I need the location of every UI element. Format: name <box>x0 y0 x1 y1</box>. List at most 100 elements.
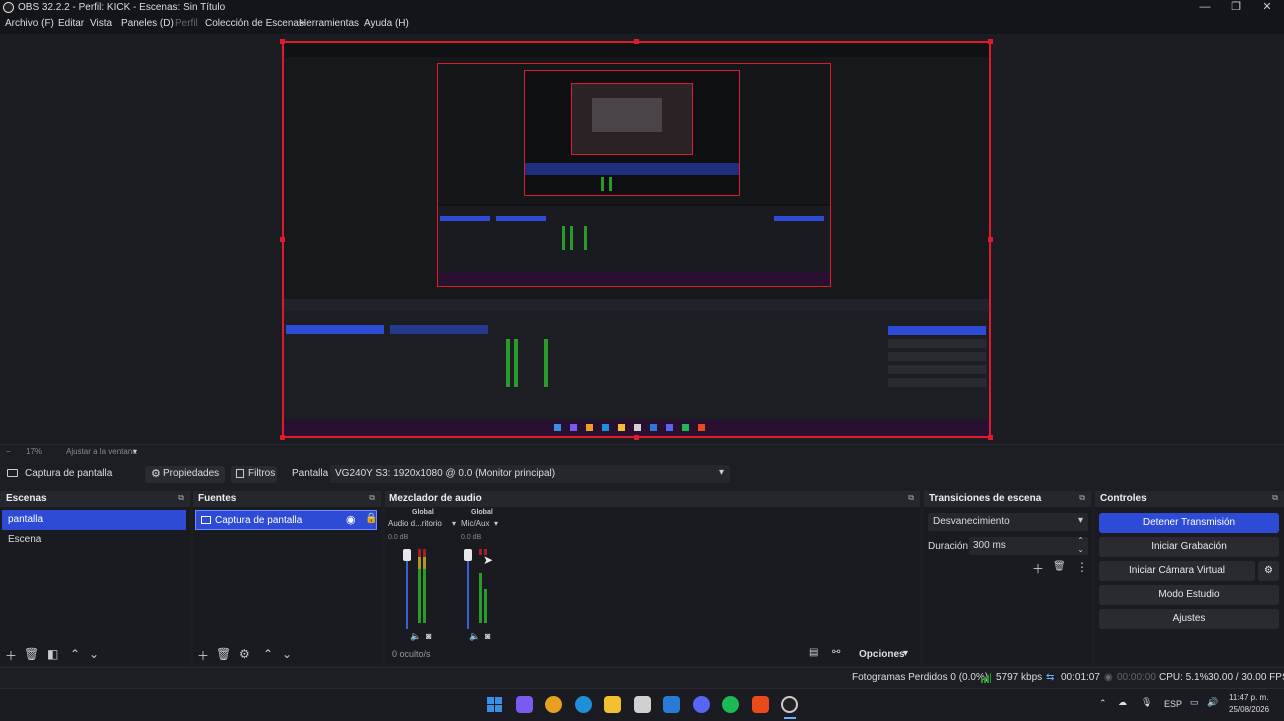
scene-item-pantalla[interactable]: pantalla <box>2 510 186 530</box>
virtual-camera-settings-button[interactable]: ⚙ <box>1258 561 1279 581</box>
close-button[interactable]: ✕ <box>1252 0 1282 16</box>
volume-icon[interactable]: 🔊 <box>1207 697 1218 708</box>
stream-time: 00:01:07 <box>1061 672 1100 683</box>
more-options-icon[interactable]: ⋮ <box>1076 560 1088 574</box>
menu-paneles[interactable]: Paneles (D) <box>121 18 174 29</box>
copilot-icon[interactable] <box>516 696 533 713</box>
spin-down-icon[interactable]: ⌄ <box>1077 545 1084 554</box>
display-label: Pantalla <box>292 468 329 479</box>
microphone-icon[interactable]: 🎙 <box>1141 697 1152 708</box>
source-item-captura[interactable]: Captura de pantalla ◉ 🔒 <box>195 510 377 530</box>
preview-canvas[interactable] <box>282 41 991 438</box>
obs-icon[interactable] <box>781 696 798 713</box>
dock-float-icon[interactable]: ⧉ <box>178 493 184 503</box>
studio-mode-button[interactable]: Modo Estudio <box>1099 585 1279 605</box>
transition-select[interactable]: Desvanecimiento ▾ <box>928 513 1088 531</box>
speaker-icon[interactable]: 🔈 <box>410 631 421 642</box>
move-up-icon[interactable]: ⌃ <box>263 647 273 661</box>
chevron-down-icon[interactable]: ▾ <box>133 447 137 456</box>
minus-icon[interactable]: − <box>6 447 11 456</box>
cloud-icon[interactable]: ☁ <box>1118 697 1127 708</box>
monitor-icon <box>7 469 18 477</box>
dock-float-icon[interactable]: ⧉ <box>369 493 375 503</box>
file-explorer-icon[interactable] <box>604 696 621 713</box>
windows-start-icon[interactable] <box>486 696 503 713</box>
add-icon[interactable]: ＋ <box>5 647 17 664</box>
resize-handle-br[interactable] <box>988 435 993 440</box>
resize-handle-tr[interactable] <box>988 39 993 44</box>
resize-handle-b[interactable] <box>634 435 639 440</box>
move-up-icon[interactable]: ⌃ <box>70 647 80 661</box>
options-button[interactable]: Opciones <box>859 649 905 660</box>
chevron-down-icon[interactable]: ▾ <box>494 519 498 528</box>
dock-float-icon[interactable]: ⧉ <box>1079 493 1085 503</box>
discord-icon[interactable] <box>693 696 710 713</box>
filters-button[interactable]: Filtros <box>231 466 277 483</box>
edge-icon[interactable] <box>575 696 592 713</box>
scene-item-escena[interactable]: Escena <box>2 530 186 550</box>
resize-handle-l[interactable] <box>280 237 285 242</box>
chrome-icon[interactable] <box>545 696 562 713</box>
filter-icon[interactable]: ◧ <box>47 647 58 661</box>
chevron-down-icon[interactable]: ▾ <box>452 519 456 528</box>
minimize-button[interactable]: — <box>1190 0 1220 16</box>
trash-icon[interactable]: 🗑 <box>1053 561 1066 572</box>
chevron-up-icon[interactable]: ⌃ <box>1099 698 1107 709</box>
clock-time[interactable]: 11:47 p. m. <box>1229 693 1268 702</box>
dock-float-icon[interactable]: ⧉ <box>908 493 914 503</box>
dock-float-icon[interactable]: ⧉ <box>1272 493 1278 503</box>
start-recording-button[interactable]: Iniciar Grabación <box>1099 537 1279 557</box>
language-indicator[interactable]: ESP <box>1164 699 1182 709</box>
calendar-icon[interactable] <box>634 696 651 713</box>
resize-handle-tl[interactable] <box>280 39 285 44</box>
spin-up-icon[interactable]: ⌃ <box>1077 536 1084 545</box>
trash-icon[interactable]: 🗑 <box>24 647 39 661</box>
menu-herramientas[interactable]: Herramientas <box>299 18 359 29</box>
link-icon[interactable]: ⚯ <box>832 647 840 658</box>
menu-coleccion-escenas[interactable]: Colección de Escenas <box>205 18 304 29</box>
zoom-fit-label[interactable]: Ajustar a la ventana <box>66 447 137 456</box>
duration-input[interactable]: 300 ms ⌃ ⌄ <box>969 536 1088 555</box>
resize-handle-bl[interactable] <box>280 435 285 440</box>
network-icon[interactable]: ▭ <box>1190 697 1199 708</box>
add-icon[interactable]: ＋ <box>1032 560 1044 577</box>
transition-select-value: Desvanecimiento <box>933 516 1010 527</box>
brave-icon[interactable] <box>752 696 769 713</box>
stop-stream-button[interactable]: Detener Transmisión <box>1099 513 1279 533</box>
menu-editar[interactable]: Editar <box>58 18 84 29</box>
filter-icon <box>236 469 244 478</box>
start-virtual-camera-button[interactable]: Iniciar Cámara Virtual <box>1099 561 1255 581</box>
chevron-down-icon[interactable]: ▾ <box>903 648 908 659</box>
mixer-header: Mezclador de audio ⧉ <box>385 491 920 507</box>
trash-icon[interactable]: 🗑 <box>216 647 231 661</box>
volume-fader-knob[interactable] <box>464 549 472 561</box>
clock-date[interactable]: 25/08/2026 <box>1229 705 1269 714</box>
properties-button[interactable]: ⚙ Propiedades <box>145 466 225 483</box>
add-icon[interactable]: ＋ <box>197 647 209 664</box>
bitrate: 5797 kbps <box>996 672 1043 683</box>
lock-icon[interactable]: 🔒 <box>365 513 377 524</box>
move-down-icon[interactable]: ⌄ <box>282 647 292 661</box>
outlook-icon[interactable] <box>663 696 680 713</box>
volume-fader-knob[interactable] <box>403 549 411 561</box>
menu-vista[interactable]: Vista <box>90 18 112 29</box>
resize-handle-t[interactable] <box>634 39 639 44</box>
settings-button[interactable]: Ajustes <box>1099 609 1279 629</box>
eye-icon[interactable]: ◉ <box>346 513 356 526</box>
maximize-button[interactable]: ❐ <box>1221 0 1251 16</box>
speaker-icon[interactable]: 🔈 <box>469 631 480 642</box>
layout-icon[interactable]: ▤ <box>809 647 818 658</box>
sources-title: Fuentes <box>198 493 237 504</box>
resize-handle-r[interactable] <box>988 237 993 242</box>
display-select[interactable]: VG240Y S3: 1920x1080 @ 0.0 (Monitor prin… <box>330 465 730 483</box>
volume-fader[interactable] <box>467 549 469 629</box>
gear-icon[interactable]: ⚙ <box>239 647 250 661</box>
spotify-icon[interactable] <box>722 696 739 713</box>
headphones-icon[interactable]: ◙ <box>426 631 431 641</box>
menu-perfil[interactable]: Perfil <box>175 18 198 29</box>
menu-archivo[interactable]: Archivo (F) <box>5 18 54 29</box>
volume-fader[interactable] <box>406 549 408 629</box>
headphones-icon[interactable]: ◙ <box>485 631 490 641</box>
menu-ayuda[interactable]: Ayuda (H) <box>364 18 409 29</box>
move-down-icon[interactable]: ⌄ <box>89 647 99 661</box>
